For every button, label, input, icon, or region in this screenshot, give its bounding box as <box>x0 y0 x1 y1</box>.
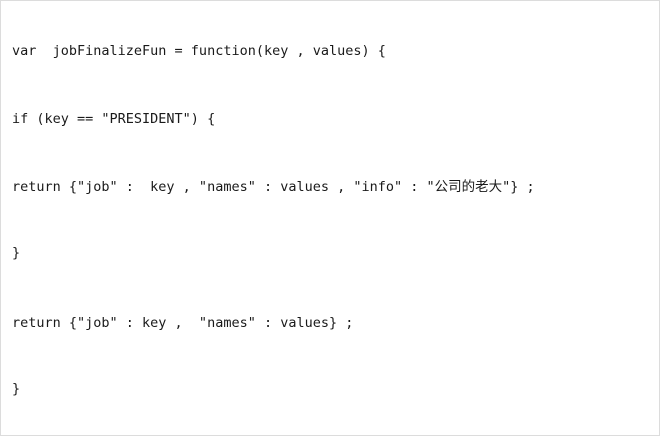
code-line-2: if (key == "PRESIDENT") { <box>12 111 216 127</box>
code-snippet-panel: var jobFinalizeFun = function(key , valu… <box>0 0 660 436</box>
code-line-4: } <box>12 245 21 261</box>
code-line-6: } <box>12 381 21 397</box>
code-line-1: var jobFinalizeFun = function(key , valu… <box>12 43 386 59</box>
code-line-3: return {"job" : key , "names" : values ,… <box>12 179 535 195</box>
code-line-5: return {"job" : key , "names" : values} … <box>12 315 354 331</box>
